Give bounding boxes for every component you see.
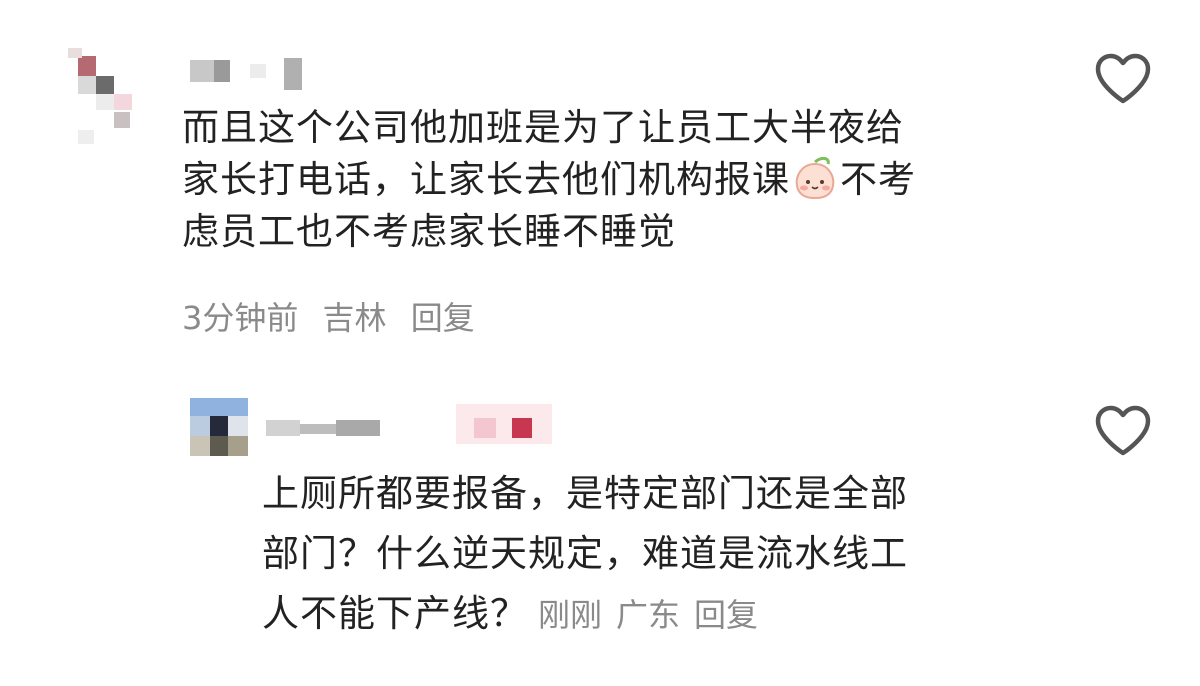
comment-text-line: 虑员工也不考虑家长睡不睡觉: [182, 210, 676, 253]
comment-text-segment: 家长打电话，让家长去他们机构报课: [182, 158, 790, 201]
comment-text-line: 上厕所都要报备，是特定部门还是全部: [262, 472, 908, 515]
comment-location: 广东: [616, 596, 681, 634]
username[interactable]: [190, 56, 310, 92]
comment-meta: 3分钟前 吉林 回复: [182, 298, 489, 338]
peach-face-emoji: [795, 156, 835, 200]
avatar[interactable]: [190, 398, 248, 456]
comment-text-line: 部门？什么逆天规定，难道是流水线工: [262, 532, 908, 575]
reply-button[interactable]: 回复: [694, 596, 758, 634]
comment-text: 而且这个公司他加班是为了让员工大半夜给 家长打电话，让家长去他们机构报课 不考 …: [182, 102, 1062, 258]
avatar[interactable]: [48, 42, 148, 152]
comment-text-line: 而且这个公司他加班是为了让员工大半夜给: [182, 106, 904, 149]
username[interactable]: [266, 404, 556, 444]
comment-text-segment: 人不能下产线？: [262, 592, 528, 635]
comment-text-line: 人不能下产线？ 刚刚 广东 回复: [262, 584, 1062, 645]
heart-outline-icon[interactable]: [1093, 52, 1153, 106]
heart-outline-icon[interactable]: [1093, 404, 1153, 458]
comment-text-segment: 不考: [840, 158, 916, 201]
comment-time: 3分钟前: [182, 299, 299, 337]
comment-location: 吉林: [322, 299, 387, 337]
reply-button[interactable]: 回复: [411, 299, 475, 337]
comment-text: 上厕所都要报备，是特定部门还是全部 部门？什么逆天规定，难道是流水线工 人不能下…: [262, 464, 1062, 645]
comment-meta: 刚刚 广东 回复: [538, 596, 772, 634]
comment-time: 刚刚: [538, 596, 603, 634]
comment-text-line: 家长打电话，让家长去他们机构报课 不考: [182, 154, 1062, 206]
